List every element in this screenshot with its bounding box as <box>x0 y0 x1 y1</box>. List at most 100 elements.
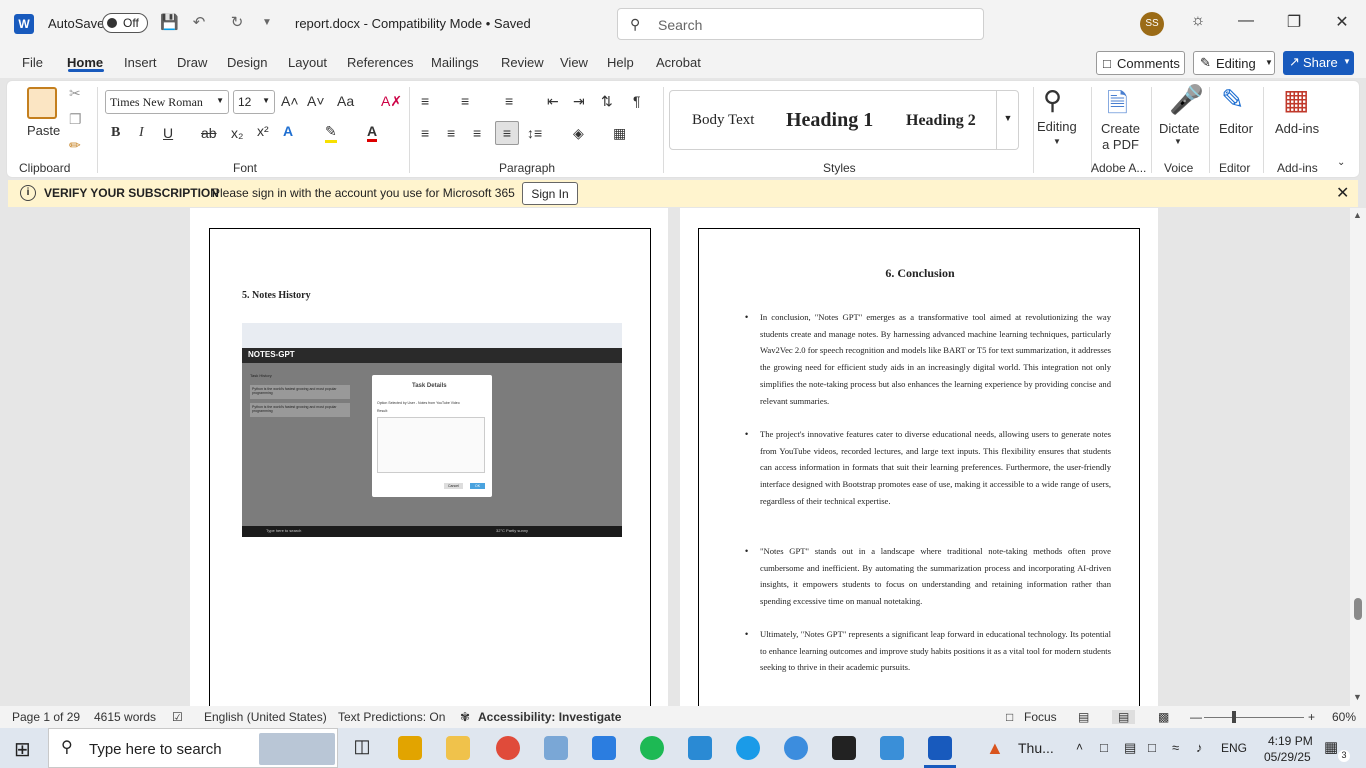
text-predictions[interactable]: Text Predictions: On <box>338 710 445 724</box>
subscript-button[interactable]: x₂ <box>231 125 243 141</box>
autosave-toggle[interactable]: Off <box>102 13 148 33</box>
italic-button[interactable]: I <box>139 125 144 141</box>
zoom-level[interactable]: 60% <box>1332 710 1356 724</box>
volume-icon[interactable]: ♪ <box>1196 740 1203 755</box>
align-center-icon[interactable]: ≡ <box>447 125 455 141</box>
dictate-button[interactable]: Dictate <box>1159 121 1199 136</box>
word-app-icon[interactable]: W <box>14 14 34 34</box>
borders-icon[interactable]: ▦ <box>613 125 626 142</box>
notifications-icon[interactable]: ▦ <box>1324 738 1338 756</box>
tab-references[interactable]: References <box>347 55 413 70</box>
word-taskbar-icon[interactable] <box>928 736 952 760</box>
chrome-icon[interactable] <box>496 736 520 760</box>
close-icon[interactable]: ✕ <box>1336 183 1349 203</box>
change-case-icon[interactable]: Aa <box>337 93 354 109</box>
photos-icon[interactable] <box>880 736 904 760</box>
tab-insert[interactable]: Insert <box>124 55 157 70</box>
search-box[interactable]: ⚲ Search <box>617 8 984 40</box>
highlight-icon[interactable]: ✎ <box>325 123 337 143</box>
task-view-icon[interactable]: ◫ <box>350 736 374 760</box>
taskbar-search[interactable]: ⚲ Type here to search <box>48 728 338 768</box>
style-body-text[interactable]: Body Text <box>692 112 754 129</box>
tab-help[interactable]: Help <box>607 55 634 70</box>
edge-icon[interactable] <box>736 736 760 760</box>
font-family-select[interactable]: Times New Roman ▼ <box>105 90 229 114</box>
document-canvas[interactable] <box>0 208 1350 706</box>
comments-button[interactable]: □ Comments <box>1096 51 1185 75</box>
accessibility-status[interactable]: Accessibility: Investigate <box>478 710 621 724</box>
paste-icon[interactable] <box>27 87 57 119</box>
show-formatting-icon[interactable]: ¶ <box>633 93 641 109</box>
scroll-up-icon[interactable]: ▲ <box>1353 210 1362 220</box>
add-ins-icon[interactable]: ▦ <box>1283 83 1309 116</box>
weather-icon[interactable]: ▲ <box>986 738 1004 759</box>
document-title[interactable]: report.docx - Compatibility Mode • Saved <box>295 16 531 31</box>
font-size-select[interactable]: 12 ▼ <box>233 90 275 114</box>
numbering-icon[interactable]: ≡ <box>461 93 469 109</box>
battery-icon[interactable]: □ <box>1148 740 1156 755</box>
focus-button[interactable]: Focus <box>1024 710 1057 724</box>
tab-home[interactable]: Home <box>67 55 103 70</box>
file-explorer-icon[interactable] <box>446 736 470 760</box>
superscript-button[interactable]: x² <box>257 123 269 139</box>
chevron-up-icon[interactable]: ˄ <box>1076 740 1083 754</box>
network-tool-icon[interactable] <box>544 736 568 760</box>
search-icon[interactable]: ⚲ <box>1043 85 1062 116</box>
close-button[interactable]: ✕ <box>1330 12 1354 32</box>
sign-in-button[interactable]: Sign In <box>522 182 578 205</box>
microphone-icon[interactable]: 🎤 <box>1169 83 1204 116</box>
read-mode-icon[interactable]: ▤ <box>1078 710 1089 724</box>
add-ins-button[interactable]: Add-ins <box>1275 121 1319 136</box>
style-heading-1[interactable]: Heading 1 <box>786 109 873 132</box>
zoom-in-button[interactable]: + <box>1308 710 1315 724</box>
scroll-down-icon[interactable]: ▼ <box>1353 692 1362 702</box>
zoom-out-button[interactable]: — <box>1190 710 1202 724</box>
editor-button[interactable]: Editor <box>1219 121 1253 136</box>
wifi-icon[interactable]: ≈ <box>1172 740 1179 755</box>
style-heading-2[interactable]: Heading 2 <box>906 112 976 130</box>
tab-acrobat[interactable]: Acrobat <box>656 55 701 70</box>
input-language[interactable]: ENG <box>1221 741 1247 755</box>
zoom-slider[interactable] <box>1204 717 1304 718</box>
tab-view[interactable]: View <box>560 55 588 70</box>
align-right-icon[interactable]: ≡ <box>473 125 481 141</box>
app-icon[interactable] <box>784 736 808 760</box>
save-icon[interactable]: 💾 <box>160 14 179 32</box>
avatar[interactable]: SS <box>1140 12 1164 36</box>
bullets-icon[interactable]: ≡ <box>421 93 429 109</box>
spotify-icon[interactable] <box>640 736 664 760</box>
editor-icon[interactable]: ✎ <box>1221 83 1244 116</box>
clock-date[interactable]: 05/29/25 <box>1264 750 1311 764</box>
terminal-icon[interactable] <box>832 736 856 760</box>
weather-text[interactable]: Thu... <box>1018 740 1054 756</box>
customize-quick-access-icon[interactable]: ▼ <box>258 14 276 32</box>
lightbulb-icon[interactable]: ☼ <box>1186 12 1210 30</box>
strikethrough-button[interactable]: ab <box>201 125 217 141</box>
tab-layout[interactable]: Layout <box>288 55 327 70</box>
increase-indent-icon[interactable]: ⇥ <box>573 93 585 110</box>
tab-file[interactable]: File <box>22 55 43 70</box>
justify-icon[interactable]: ≡ <box>495 121 519 145</box>
line-spacing-icon[interactable]: ↕≡ <box>527 125 542 141</box>
underline-button[interactable]: U <box>163 125 173 141</box>
shading-icon[interactable]: ◈ <box>573 125 584 142</box>
clear-formatting-icon[interactable]: A✗ <box>381 93 402 110</box>
bold-button[interactable]: B <box>111 125 120 141</box>
redo-icon[interactable]: ↻ <box>228 14 246 32</box>
microsoft-store-icon[interactable] <box>592 736 616 760</box>
maximize-button[interactable]: ❐ <box>1282 12 1306 32</box>
tab-review[interactable]: Review <box>501 55 544 70</box>
tab-mailings[interactable]: Mailings <box>431 55 479 70</box>
undo-icon[interactable]: ↶ <box>190 14 208 32</box>
vscode-icon[interactable] <box>688 736 712 760</box>
share-button[interactable]: ↗ Share ▼ <box>1283 51 1354 75</box>
print-layout-icon[interactable]: ▤ <box>1112 710 1136 724</box>
sublime-text-icon[interactable] <box>398 736 422 760</box>
decrease-indent-icon[interactable]: ⇤ <box>547 93 559 110</box>
collapse-ribbon-icon[interactable]: ⌄ <box>1337 157 1345 168</box>
proofing-icon[interactable]: ☑ <box>172 710 183 724</box>
word-count[interactable]: 4615 words <box>94 710 156 724</box>
format-painter-icon[interactable]: ✏ <box>69 137 81 154</box>
cut-icon[interactable]: ✂ <box>69 85 81 102</box>
text-effects-icon[interactable]: A <box>283 123 293 139</box>
